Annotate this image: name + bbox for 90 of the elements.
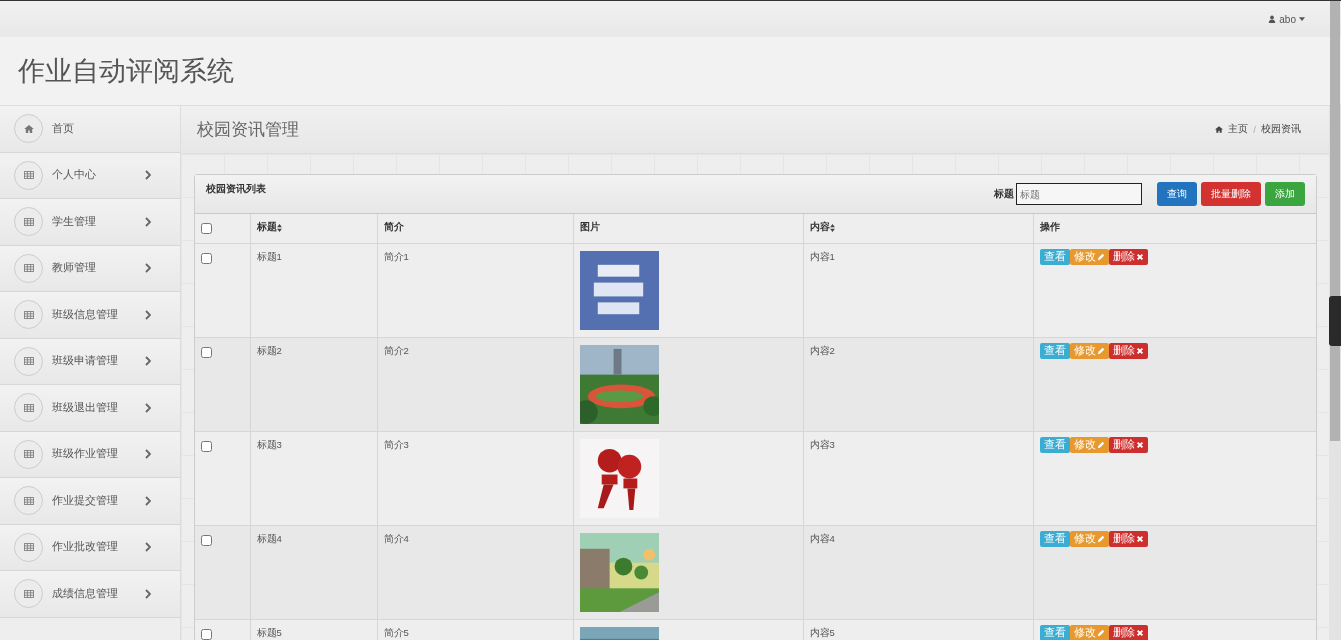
pencil-icon [1096,347,1105,355]
app-title: 作业自动评阅系统 [18,55,234,88]
chevron-icon [145,449,151,460]
table-cell: 标题4 [256,533,282,544]
table-cell: 内容1 [809,251,835,262]
breadcrumb-link[interactable]: 主页 [1228,123,1249,136]
cross-icon [1135,347,1144,355]
delete-button[interactable]: 删除 [1108,625,1148,640]
column-header: 图片 [579,221,600,234]
delete-button[interactable]: 删除 [1108,343,1148,359]
search-label: 标题 [994,187,1014,201]
row-checkbox[interactable] [201,441,212,452]
row-checkbox[interactable] [201,253,212,264]
sidebar-item[interactable]: 班级作业管理 [0,431,180,478]
search-field[interactable]: 标题 [1016,183,1142,205]
grid-icon [14,160,43,190]
table-cell: 标题1 [256,251,282,262]
chevron-icon [145,588,151,599]
page-title: 校园资讯管理 [197,119,299,141]
sidebar-item[interactable]: 学生管理 [0,199,180,246]
pencil-icon [1096,535,1105,543]
chevron-icon [145,402,151,413]
table-cell: 内容3 [809,439,835,450]
panel-title: 校园资讯列表 [206,182,266,196]
row-checkbox[interactable] [201,535,212,546]
cross-icon [1135,535,1144,543]
table-cell: 标题2 [256,345,282,356]
sidebar-item[interactable]: 教师管理 [0,245,180,292]
breadcrumb-link[interactable]: 校园资讯 [1261,123,1301,136]
table-cell: 简介1 [383,251,409,262]
cross-icon [1135,629,1144,637]
grid-icon [14,439,43,469]
grid-icon [14,207,43,237]
select-all-checkbox[interactable] [201,223,212,234]
cross-icon [1135,253,1144,261]
home-icon [1215,126,1224,133]
grid-icon [14,393,43,423]
grid-icon [14,346,43,376]
chevron-icon [145,542,151,553]
sidebar-item[interactable]: 成绩信息管理 [0,571,180,618]
sort-icon [829,223,835,232]
delete-button[interactable]: 删除 [1108,249,1148,265]
table-cell: 简介3 [383,439,409,450]
table-cell: 内容4 [809,533,835,544]
sidebar-item[interactable]: 作业提交管理 [0,478,180,525]
table-cell: 内容2 [809,345,835,356]
grid-icon [14,532,43,562]
column-header[interactable]: 内容 [809,221,835,234]
sidebar-item[interactable]: 班级申请管理 [0,338,180,385]
cross-icon [1135,441,1144,449]
sidebar-item[interactable]: 班级信息管理 [0,292,180,339]
column-header[interactable]: 标题 [256,221,282,234]
table-cell: 简介2 [383,345,409,356]
sidebar-item[interactable]: 作业批改管理 [0,524,180,571]
grid-icon [14,486,43,516]
chevron-icon [145,216,151,227]
pencil-icon [1096,441,1105,449]
grid-icon [14,300,43,330]
user-icon [1268,15,1277,23]
user-menu[interactable]: abo [1268,13,1305,25]
column-header: 简介 [383,221,404,234]
table-cell: 简介5 [383,627,409,638]
pencil-icon [1096,253,1105,261]
chevron-icon [145,170,151,181]
table-cell: 简介4 [383,533,409,544]
chevron-icon [145,309,151,320]
pencil-icon [1096,629,1105,637]
row-checkbox[interactable] [201,629,212,640]
grid-icon [14,253,43,283]
caret-icon [1299,17,1305,21]
chevron-icon [145,495,151,506]
toolbar-button[interactable]: 批量删除 [1201,182,1261,206]
delete-button[interactable]: 删除 [1108,531,1148,547]
sidebar-item[interactable]: 个人中心 [0,152,180,199]
table-cell: 标题3 [256,439,282,450]
sort-icon [276,223,282,232]
table-cell: 内容5 [809,627,835,638]
toolbar-button[interactable]: 查询 [1157,182,1197,206]
column-header: 操作 [1039,221,1060,234]
toolbar-button[interactable]: 添加 [1265,182,1305,206]
table-cell: 标题5 [256,627,282,638]
delete-button[interactable]: 删除 [1108,437,1148,453]
chevron-icon [145,263,151,274]
sidebar-item[interactable]: 首页 [0,106,180,153]
grid-icon [14,579,43,609]
sidebar-item[interactable]: 班级退出管理 [0,385,180,432]
home-icon [14,114,43,144]
row-checkbox[interactable] [201,347,212,358]
chevron-icon [145,356,151,367]
breadcrumb-separator: / [1253,124,1256,135]
